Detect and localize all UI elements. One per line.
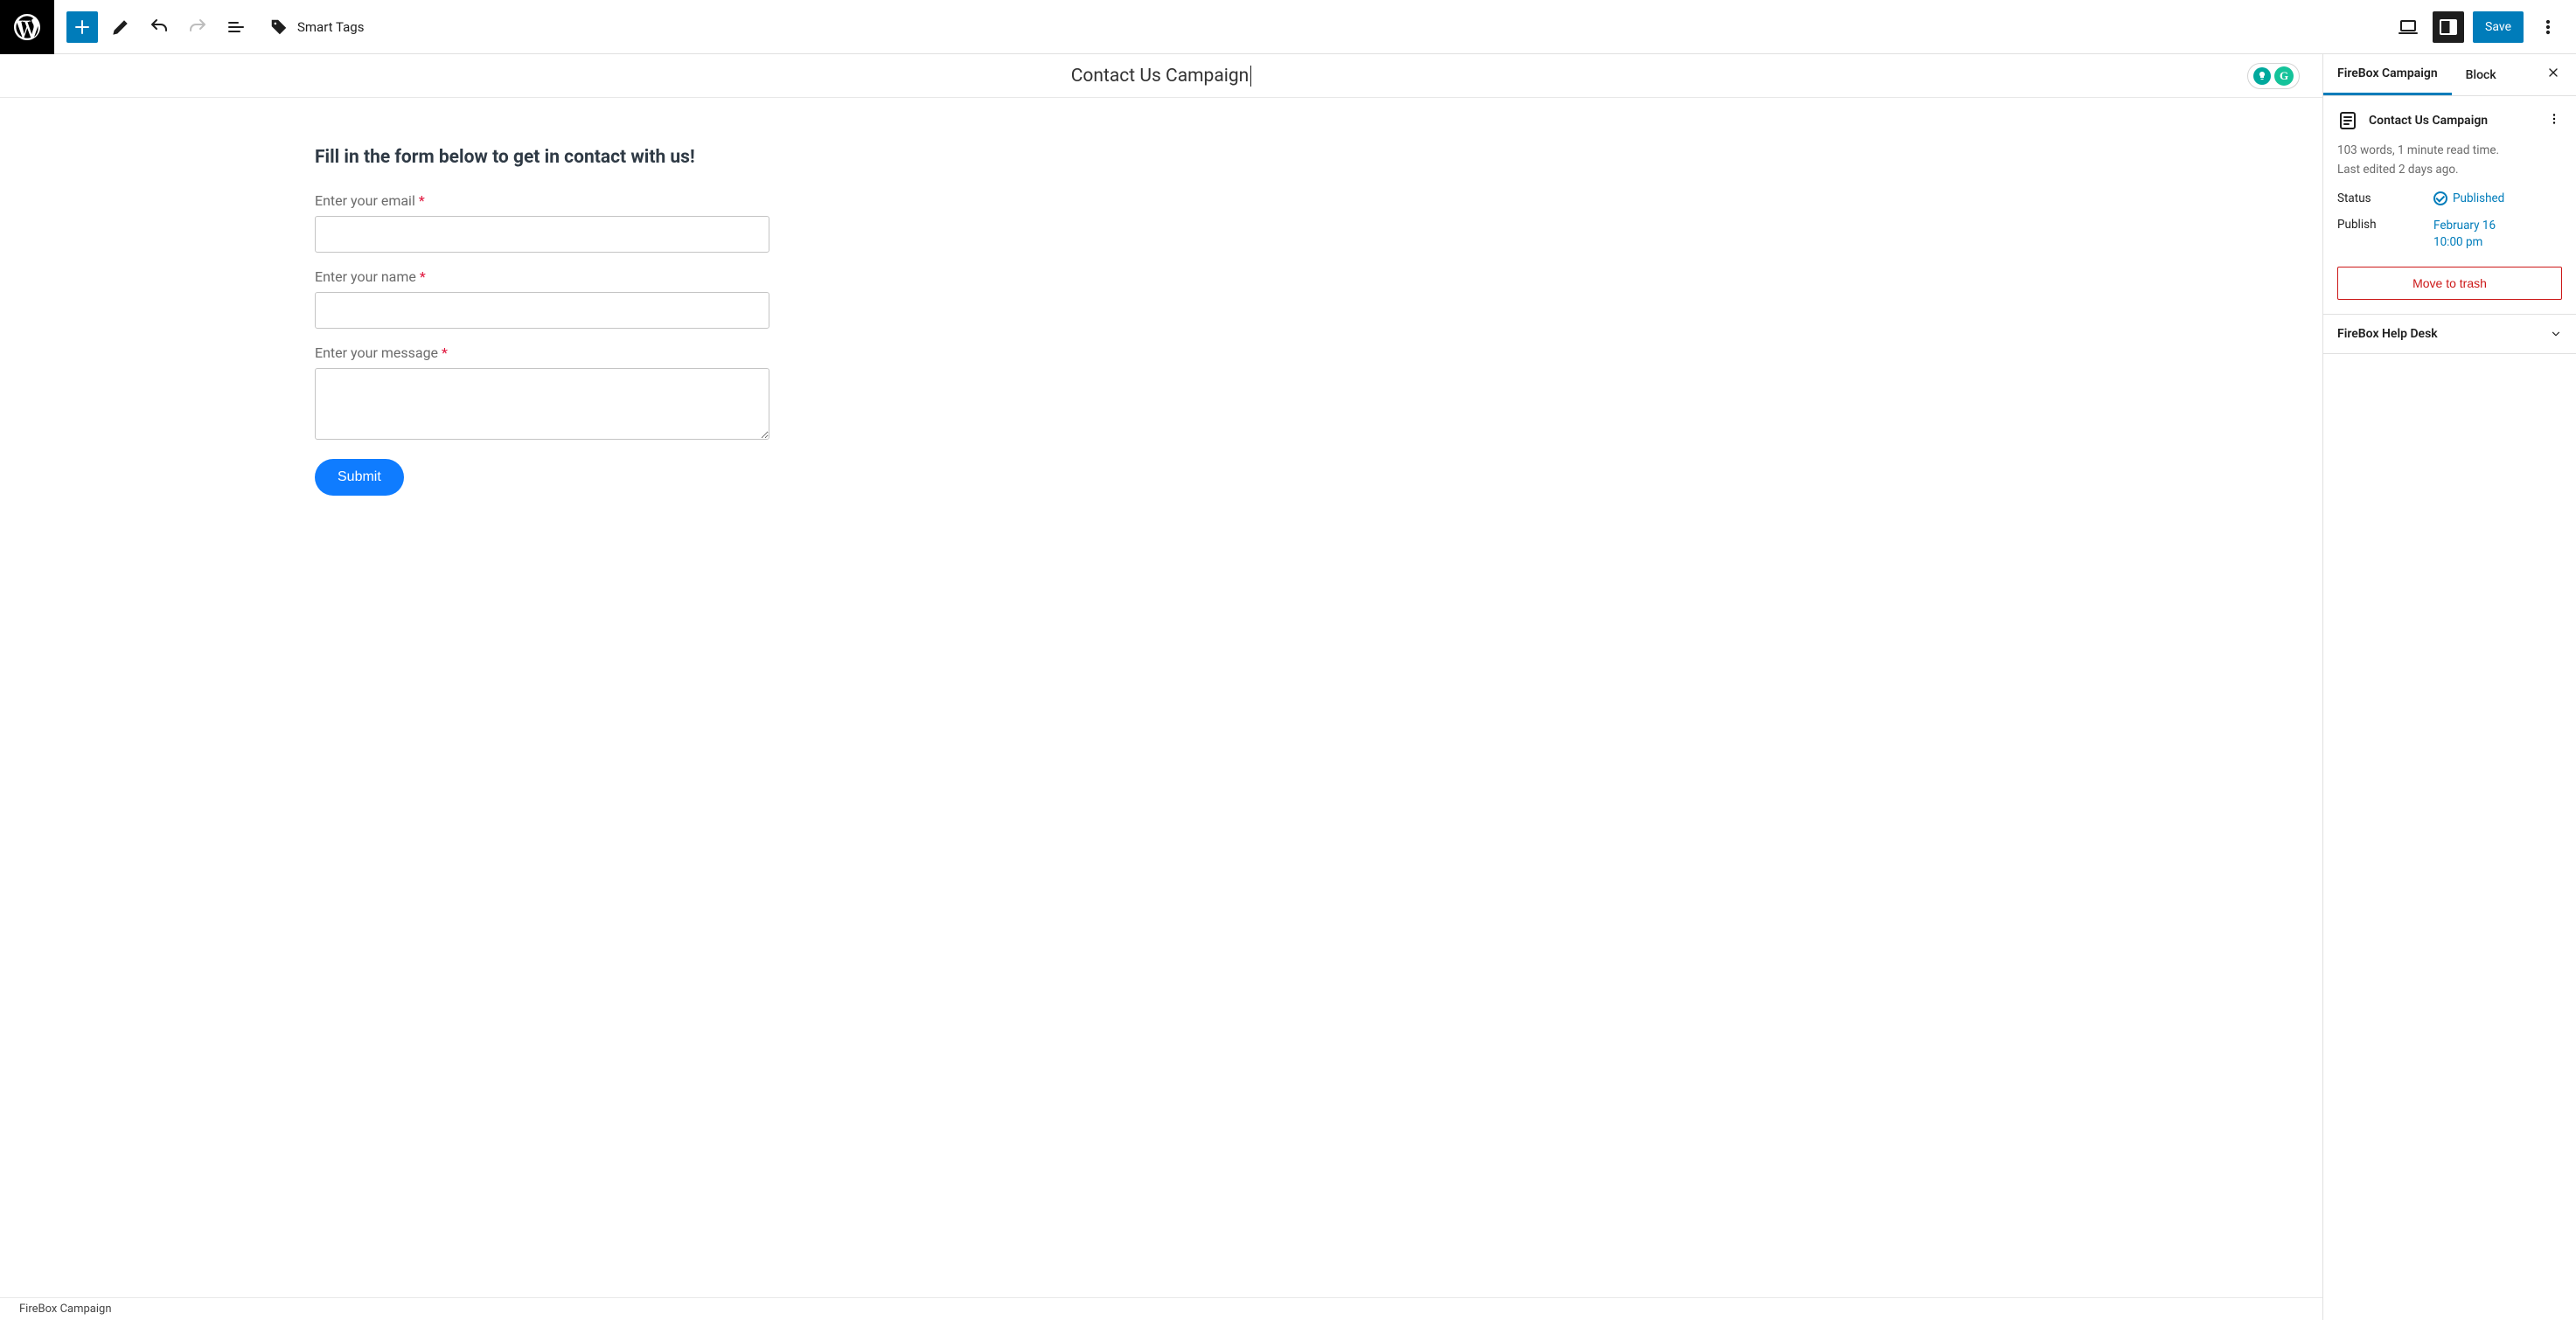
- publish-value[interactable]: February 16 10:00 pm: [2433, 218, 2496, 251]
- redo-button[interactable]: [182, 11, 213, 43]
- undo-button[interactable]: [143, 11, 175, 43]
- chevron-down-icon: [2550, 328, 2562, 340]
- help-desk-panel-toggle[interactable]: FireBox Help Desk: [2323, 315, 2576, 354]
- publish-label: Publish: [2337, 218, 2433, 232]
- smart-tags-button[interactable]: Smart Tags: [259, 17, 374, 37]
- close-sidebar-button[interactable]: [2536, 66, 2571, 84]
- save-label: Save: [2485, 20, 2511, 34]
- doc-options-button[interactable]: [2546, 111, 2562, 130]
- email-label: Enter your email*: [315, 192, 769, 209]
- document-icon: [2337, 110, 2358, 131]
- tag-icon: [269, 17, 289, 37]
- undo-icon: [149, 17, 170, 38]
- options-button[interactable]: [2532, 11, 2564, 43]
- tab-firebox-campaign[interactable]: FireBox Campaign: [2323, 54, 2452, 95]
- form-heading[interactable]: Fill in the form below to get in contact…: [315, 147, 769, 168]
- wordpress-logo[interactable]: [0, 0, 54, 54]
- kebab-icon: [2538, 17, 2559, 38]
- assistant-widgets: G: [2247, 63, 2300, 89]
- grammarly-icon[interactable]: G: [2274, 66, 2294, 86]
- title-row: Contact Us Campaign G: [0, 54, 2322, 98]
- add-block-button[interactable]: [66, 11, 98, 43]
- editor-footer: FireBox Campaign: [0, 1297, 2322, 1320]
- tools-button[interactable]: [105, 11, 136, 43]
- name-label: Enter your name*: [315, 268, 769, 285]
- message-label: Enter your message*: [315, 344, 769, 361]
- view-button[interactable]: [2392, 11, 2424, 43]
- smart-tags-label: Smart Tags: [297, 19, 364, 35]
- plus-icon: [72, 17, 93, 38]
- name-input[interactable]: [315, 292, 769, 329]
- meta-last-edited: Last edited 2 days ago.: [2337, 161, 2562, 180]
- meta-read-time: 103 words, 1 minute read time.: [2337, 142, 2562, 161]
- sidebar-tabs: FireBox Campaign Block: [2323, 54, 2576, 96]
- settings-sidebar: FireBox Campaign Block Contact Us Campai…: [2322, 54, 2576, 1320]
- save-button[interactable]: Save: [2473, 11, 2524, 43]
- breadcrumb[interactable]: FireBox Campaign: [19, 1303, 112, 1316]
- document-overview-button[interactable]: [220, 11, 252, 43]
- email-input[interactable]: [315, 216, 769, 253]
- kebab-icon: [2546, 111, 2562, 127]
- message-textarea[interactable]: [315, 368, 769, 440]
- contact-form-block: Fill in the form below to get in contact…: [315, 147, 769, 496]
- check-circle-icon: [2433, 191, 2447, 205]
- help-desk-label: FireBox Help Desk: [2337, 327, 2438, 341]
- editor-area: Contact Us Campaign G Fill in the form b…: [0, 54, 2322, 1320]
- wordpress-icon: [11, 11, 43, 43]
- pencil-icon: [110, 17, 131, 38]
- tab-block[interactable]: Block: [2452, 54, 2510, 95]
- top-toolbar: Smart Tags Save: [0, 0, 2576, 54]
- redo-icon: [187, 17, 208, 38]
- sidebar-icon: [2438, 17, 2459, 38]
- list-icon: [226, 17, 247, 38]
- hint-icon[interactable]: [2253, 67, 2271, 85]
- submit-button[interactable]: Submit: [315, 459, 404, 496]
- doc-title: Contact Us Campaign: [2369, 114, 2536, 128]
- status-label: Status: [2337, 191, 2433, 205]
- settings-sidebar-toggle[interactable]: [2433, 11, 2464, 43]
- move-to-trash-button[interactable]: Move to trash: [2337, 267, 2562, 300]
- post-title[interactable]: Contact Us Campaign: [1071, 66, 1252, 87]
- laptop-icon: [2398, 17, 2419, 38]
- editor-canvas[interactable]: Fill in the form below to get in contact…: [0, 98, 2322, 1297]
- close-icon: [2546, 66, 2560, 80]
- document-panel: Contact Us Campaign 103 words, 1 minute …: [2323, 96, 2576, 315]
- status-value[interactable]: Published: [2433, 191, 2504, 205]
